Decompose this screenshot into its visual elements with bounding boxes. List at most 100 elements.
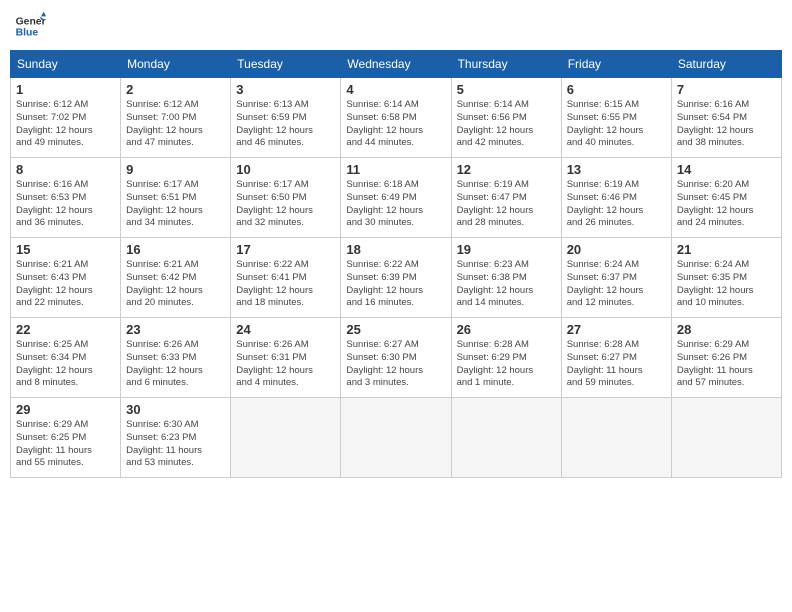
calendar-day-cell: 19 Sunrise: 6:23 AM Sunset: 6:38 PM Dayli… [451, 238, 561, 318]
day-number: 20 [567, 242, 666, 257]
day-number: 10 [236, 162, 335, 177]
calendar-day-cell [671, 398, 781, 478]
day-number: 22 [16, 322, 115, 337]
day-info: Sunrise: 6:16 AM Sunset: 6:53 PM Dayligh… [16, 179, 115, 230]
day-info: Sunrise: 6:16 AM Sunset: 6:54 PM Dayligh… [677, 99, 776, 150]
day-number: 3 [236, 82, 335, 97]
day-number: 18 [346, 242, 445, 257]
calendar-day-cell [341, 398, 451, 478]
calendar-week-row: 8 Sunrise: 6:16 AM Sunset: 6:53 PM Daylig… [11, 158, 782, 238]
day-info: Sunrise: 6:28 AM Sunset: 6:29 PM Dayligh… [457, 339, 556, 390]
weekday-header: Sunday [11, 51, 121, 78]
day-number: 11 [346, 162, 445, 177]
day-number: 25 [346, 322, 445, 337]
calendar-week-row: 29 Sunrise: 6:29 AM Sunset: 6:25 PM Dayli… [11, 398, 782, 478]
day-number: 2 [126, 82, 225, 97]
day-info: Sunrise: 6:26 AM Sunset: 6:33 PM Dayligh… [126, 339, 225, 390]
day-info: Sunrise: 6:30 AM Sunset: 6:23 PM Dayligh… [126, 419, 225, 470]
day-number: 6 [567, 82, 666, 97]
day-info: Sunrise: 6:12 AM Sunset: 7:02 PM Dayligh… [16, 99, 115, 150]
calendar-day-cell: 23Sunrise: 6:26 AM Sunset: 6:33 PM Dayli… [121, 318, 231, 398]
day-info: Sunrise: 6:12 AM Sunset: 7:00 PM Dayligh… [126, 99, 225, 150]
logo-icon: General Blue [14, 10, 46, 42]
day-info: Sunrise: 6:27 AM Sunset: 6:30 PM Dayligh… [346, 339, 445, 390]
day-info: Sunrise: 6:19 AM Sunset: 6:47 PM Dayligh… [457, 179, 556, 230]
day-number: 14 [677, 162, 776, 177]
calendar-day-cell: 28 Sunrise: 6:29 AM Sunset: 6:26 PM Dayli… [671, 318, 781, 398]
day-number: 30 [126, 402, 225, 417]
day-info: Sunrise: 6:26 AM Sunset: 6:31 PM Dayligh… [236, 339, 335, 390]
calendar-header-row: SundayMondayTuesdayWednesdayThursdayFrid… [11, 51, 782, 78]
day-info: Sunrise: 6:23 AM Sunset: 6:38 PM Dayligh… [457, 259, 556, 310]
day-info: Sunrise: 6:21 AM Sunset: 6:43 PM Dayligh… [16, 259, 115, 310]
day-info: Sunrise: 6:17 AM Sunset: 6:51 PM Dayligh… [126, 179, 225, 230]
weekday-header: Monday [121, 51, 231, 78]
day-number: 15 [16, 242, 115, 257]
calendar-day-cell: 8 Sunrise: 6:16 AM Sunset: 6:53 PM Daylig… [11, 158, 121, 238]
day-info: Sunrise: 6:25 AM Sunset: 6:34 PM Dayligh… [16, 339, 115, 390]
day-number: 13 [567, 162, 666, 177]
calendar-day-cell: 27 Sunrise: 6:28 AM Sunset: 6:27 PM Dayli… [561, 318, 671, 398]
calendar-day-cell: 14 Sunrise: 6:20 AM Sunset: 6:45 PM Dayli… [671, 158, 781, 238]
calendar-day-cell: 24Sunrise: 6:26 AM Sunset: 6:31 PM Dayli… [231, 318, 341, 398]
weekday-header: Wednesday [341, 51, 451, 78]
calendar-day-cell: 21 Sunrise: 6:24 AM Sunset: 6:35 PM Dayli… [671, 238, 781, 318]
weekday-header: Saturday [671, 51, 781, 78]
day-number: 1 [16, 82, 115, 97]
calendar-day-cell: 4 Sunrise: 6:14 AM Sunset: 6:58 PM Daylig… [341, 78, 451, 158]
day-info: Sunrise: 6:20 AM Sunset: 6:45 PM Dayligh… [677, 179, 776, 230]
day-info: Sunrise: 6:18 AM Sunset: 6:49 PM Dayligh… [346, 179, 445, 230]
calendar-week-row: 15 Sunrise: 6:21 AM Sunset: 6:43 PM Dayli… [11, 238, 782, 318]
day-number: 12 [457, 162, 556, 177]
day-info: Sunrise: 6:29 AM Sunset: 6:25 PM Dayligh… [16, 419, 115, 470]
calendar-day-cell: 25 Sunrise: 6:27 AM Sunset: 6:30 PM Dayli… [341, 318, 451, 398]
day-number: 9 [126, 162, 225, 177]
calendar-day-cell: 29 Sunrise: 6:29 AM Sunset: 6:25 PM Dayli… [11, 398, 121, 478]
logo: General Blue [14, 10, 46, 42]
calendar-day-cell: 3Sunrise: 6:13 AM Sunset: 6:59 PM Daylig… [231, 78, 341, 158]
calendar-day-cell: 6 Sunrise: 6:15 AM Sunset: 6:55 PM Daylig… [561, 78, 671, 158]
day-number: 16 [126, 242, 225, 257]
day-info: Sunrise: 6:29 AM Sunset: 6:26 PM Dayligh… [677, 339, 776, 390]
weekday-header: Tuesday [231, 51, 341, 78]
calendar-day-cell: 17 Sunrise: 6:22 AM Sunset: 6:41 PM Dayli… [231, 238, 341, 318]
calendar-day-cell: 1 Sunrise: 6:12 AM Sunset: 7:02 PM Daylig… [11, 78, 121, 158]
day-info: Sunrise: 6:17 AM Sunset: 6:50 PM Dayligh… [236, 179, 335, 230]
day-info: Sunrise: 6:14 AM Sunset: 6:58 PM Dayligh… [346, 99, 445, 150]
calendar-day-cell [561, 398, 671, 478]
day-info: Sunrise: 6:19 AM Sunset: 6:46 PM Dayligh… [567, 179, 666, 230]
day-info: Sunrise: 6:28 AM Sunset: 6:27 PM Dayligh… [567, 339, 666, 390]
day-info: Sunrise: 6:15 AM Sunset: 6:55 PM Dayligh… [567, 99, 666, 150]
day-info: Sunrise: 6:24 AM Sunset: 6:37 PM Dayligh… [567, 259, 666, 310]
calendar-day-cell: 10 Sunrise: 6:17 AM Sunset: 6:50 PM Dayli… [231, 158, 341, 238]
day-number: 8 [16, 162, 115, 177]
svg-text:Blue: Blue [16, 28, 39, 39]
day-number: 27 [567, 322, 666, 337]
day-number: 19 [457, 242, 556, 257]
calendar-week-row: 22 Sunrise: 6:25 AM Sunset: 6:34 PM Dayli… [11, 318, 782, 398]
calendar-day-cell: 15 Sunrise: 6:21 AM Sunset: 6:43 PM Dayli… [11, 238, 121, 318]
calendar-day-cell: 12 Sunrise: 6:19 AM Sunset: 6:47 PM Dayli… [451, 158, 561, 238]
calendar-day-cell: 30 Sunrise: 6:30 AM Sunset: 6:23 PM Dayli… [121, 398, 231, 478]
day-number: 7 [677, 82, 776, 97]
calendar-week-row: 1 Sunrise: 6:12 AM Sunset: 7:02 PM Daylig… [11, 78, 782, 158]
day-number: 28 [677, 322, 776, 337]
day-number: 21 [677, 242, 776, 257]
calendar-day-cell: 11 Sunrise: 6:18 AM Sunset: 6:49 PM Dayli… [341, 158, 451, 238]
calendar-day-cell: 5Sunrise: 6:14 AM Sunset: 6:56 PM Daylig… [451, 78, 561, 158]
day-number: 17 [236, 242, 335, 257]
day-number: 29 [16, 402, 115, 417]
day-number: 4 [346, 82, 445, 97]
calendar-day-cell: 26Sunrise: 6:28 AM Sunset: 6:29 PM Dayli… [451, 318, 561, 398]
calendar-day-cell: 7 Sunrise: 6:16 AM Sunset: 6:54 PM Daylig… [671, 78, 781, 158]
calendar-day-cell: 22 Sunrise: 6:25 AM Sunset: 6:34 PM Dayli… [11, 318, 121, 398]
calendar-day-cell [231, 398, 341, 478]
page-header: General Blue [10, 10, 782, 42]
day-info: Sunrise: 6:24 AM Sunset: 6:35 PM Dayligh… [677, 259, 776, 310]
day-info: Sunrise: 6:22 AM Sunset: 6:41 PM Dayligh… [236, 259, 335, 310]
day-info: Sunrise: 6:14 AM Sunset: 6:56 PM Dayligh… [457, 99, 556, 150]
calendar-day-cell: 2 Sunrise: 6:12 AM Sunset: 7:00 PM Daylig… [121, 78, 231, 158]
calendar-day-cell: 9 Sunrise: 6:17 AM Sunset: 6:51 PM Daylig… [121, 158, 231, 238]
day-info: Sunrise: 6:21 AM Sunset: 6:42 PM Dayligh… [126, 259, 225, 310]
weekday-header: Friday [561, 51, 671, 78]
